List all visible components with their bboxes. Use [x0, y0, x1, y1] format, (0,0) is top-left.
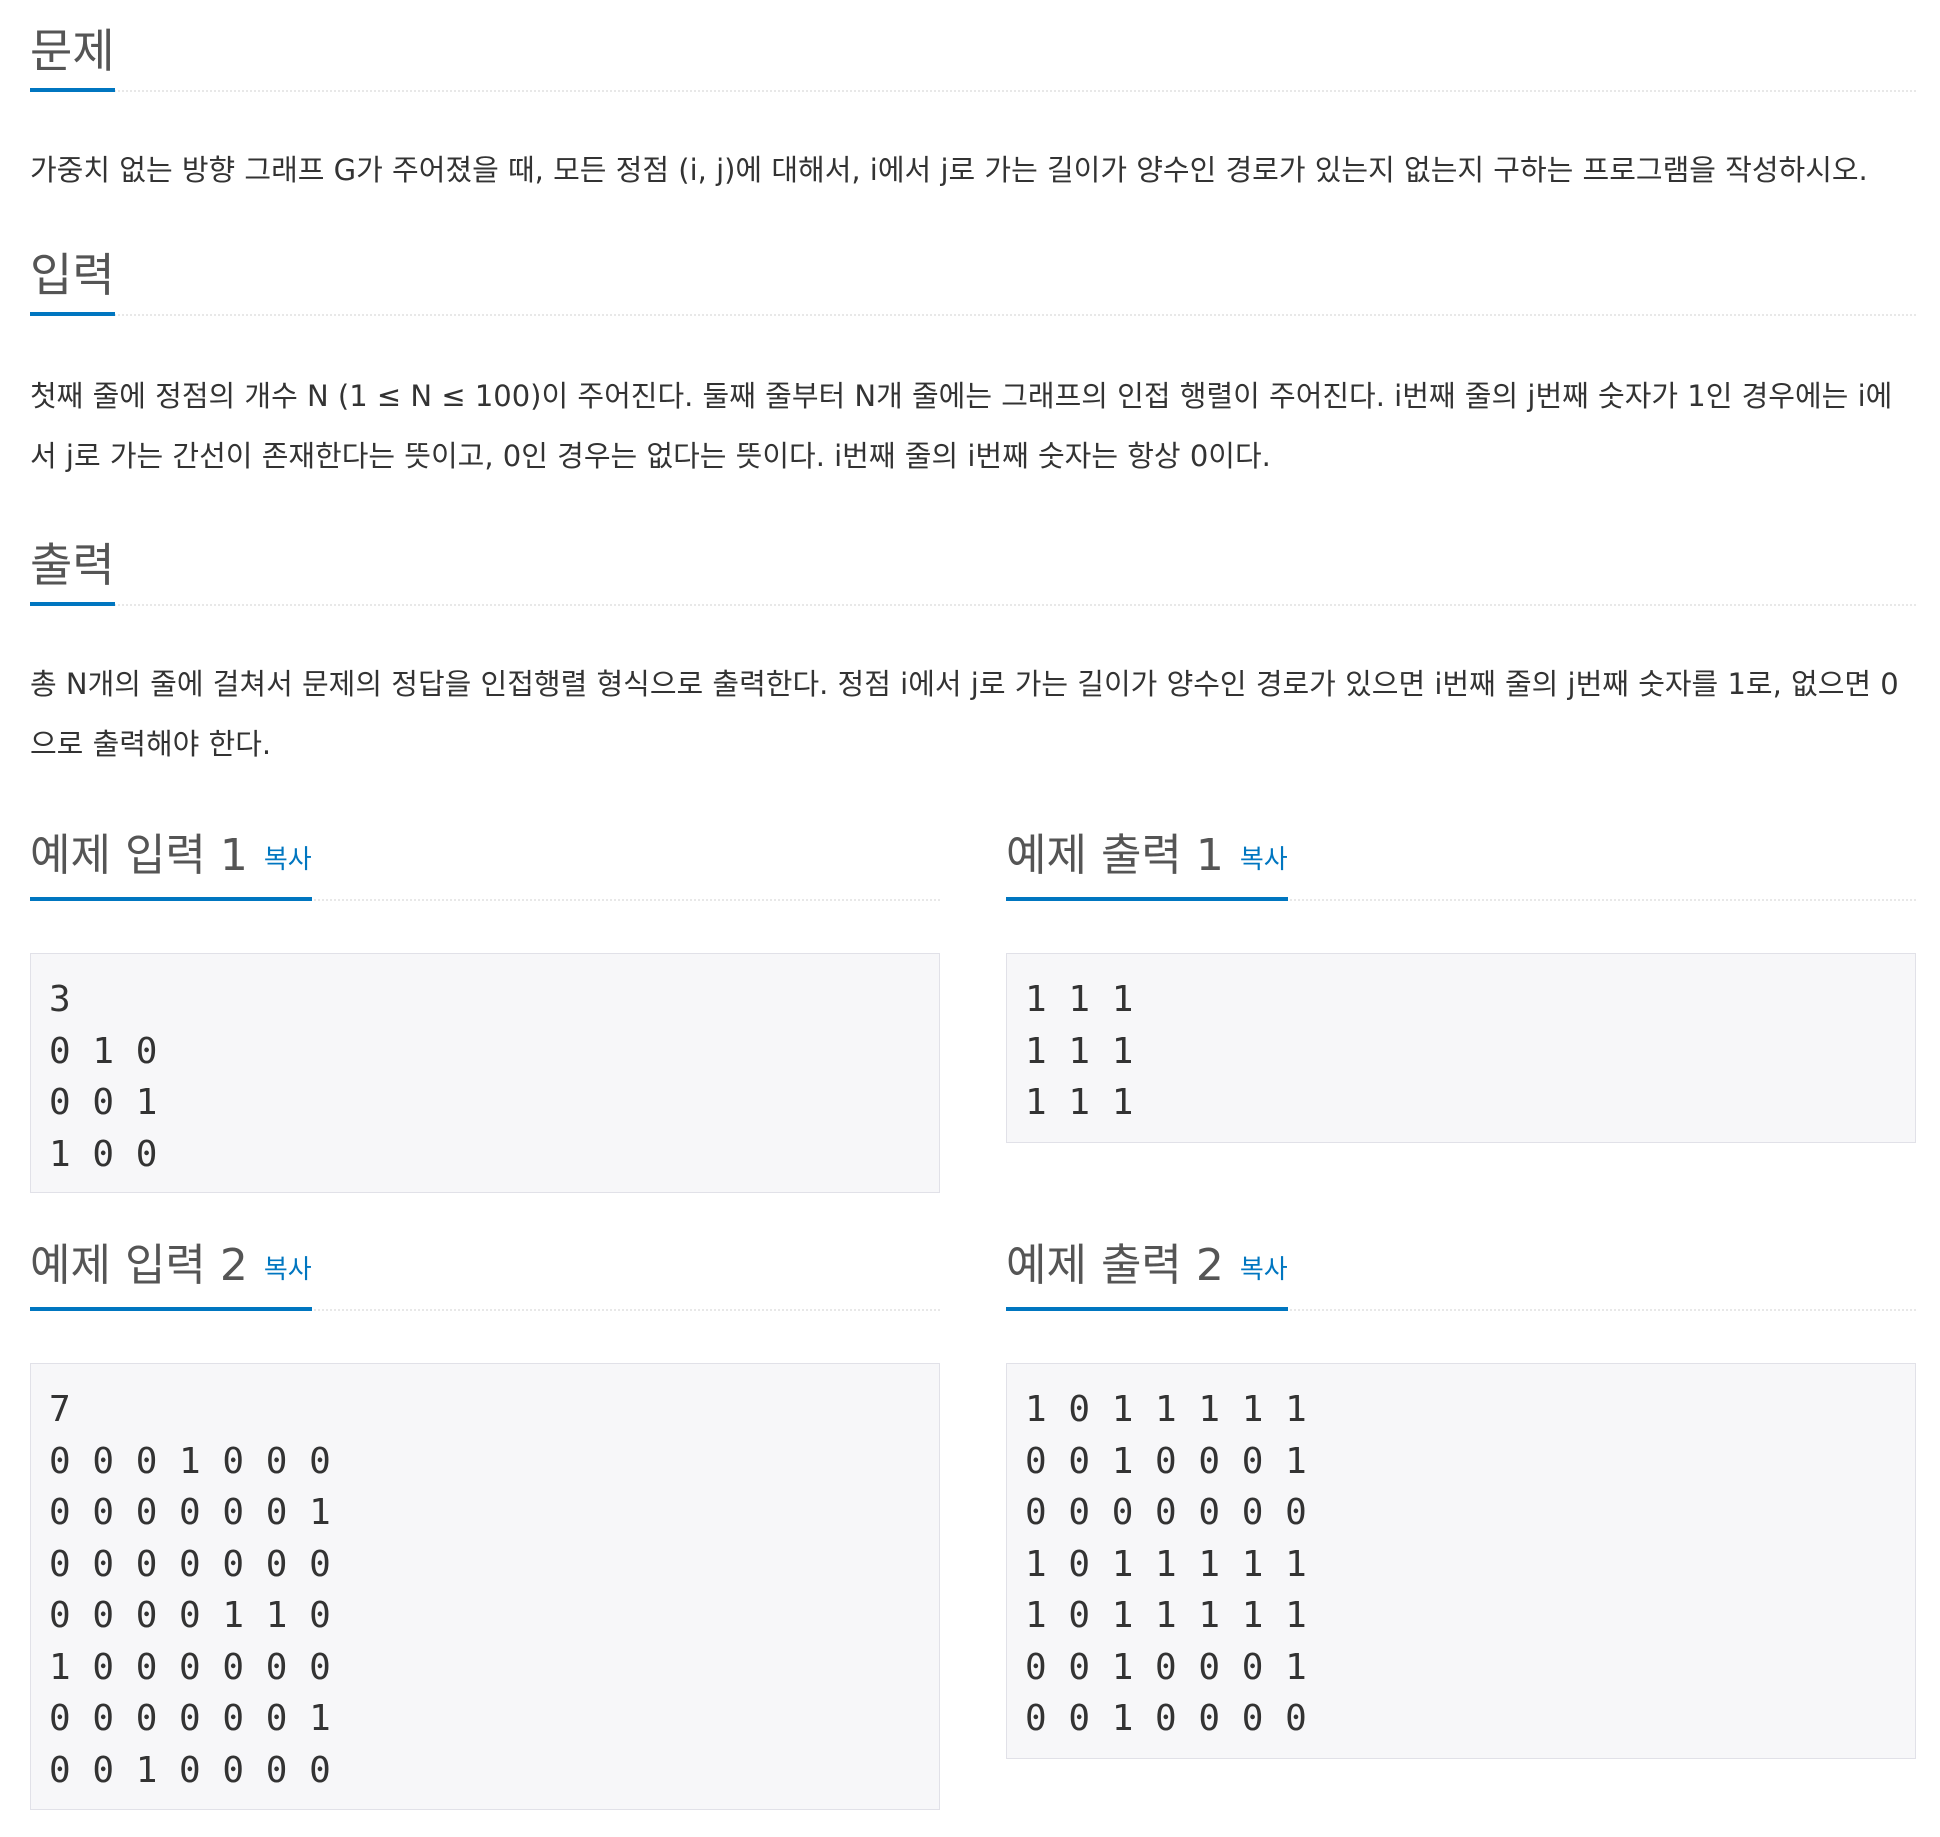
copy-button[interactable]: 복사	[1240, 845, 1288, 875]
output-description: 총 N개의 줄에 걸쳐서 문제의 정답을 인접행렬 형식으로 출력한다. 정점 …	[30, 667, 1899, 761]
problem-title: 문제	[30, 28, 115, 92]
sample-input-1-code: 3 0 1 0 0 0 1 1 0 0	[30, 953, 940, 1193]
sample-input-2-title: 예제 입력 2 복사	[30, 1243, 312, 1311]
copy-button[interactable]: 복사	[264, 845, 312, 875]
sample-output-1-title: 예제 출력 1 복사	[1006, 833, 1288, 901]
problem-header: 문제	[30, 0, 1916, 92]
sample-input-2-code: 7 0 0 0 1 0 0 0 0 0 0 0 0 0 1 0 0 0 0 0 …	[30, 1363, 940, 1810]
sample-input-2-header: 예제 입력 2 복사	[30, 1217, 940, 1311]
sample-input-2: 예제 입력 2 복사 7 0 0 0 1 0 0 0 0 0 0 0 0 0 1 …	[30, 1217, 940, 1810]
sample-input-1-header: 예제 입력 1 복사	[30, 807, 940, 901]
sample-input-1: 예제 입력 1 복사 3 0 1 0 0 0 1 1 0 0	[30, 807, 940, 1193]
problem-page: 문제 가중치 없는 방향 그래프 G가 주어졌을 때, 모든 정점 (i, j)…	[30, 0, 1916, 800]
sample-output-2-header: 예제 출력 2 복사	[1006, 1217, 1916, 1311]
sample-output-2: 예제 출력 2 복사 1 0 1 1 1 1 1 0 0 1 0 0 0 1 0 …	[1006, 1217, 1916, 1759]
sample-output-2-title: 예제 출력 2 복사	[1006, 1243, 1288, 1311]
input-header: 입력	[30, 222, 1916, 316]
copy-button[interactable]: 복사	[264, 1255, 312, 1285]
input-title: 입력	[30, 252, 115, 316]
input-section: 입력 첫째 줄에 정점의 개수 N (1 ≤ N ≤ 100)이 주어진다. 둘…	[30, 222, 1916, 512]
sample-output-1: 예제 출력 1 복사 1 1 1 1 1 1 1 1 1	[1006, 807, 1916, 1143]
output-header: 출력	[30, 512, 1916, 606]
output-section: 출력 총 N개의 줄에 걸쳐서 문제의 정답을 인접행렬 형식으로 출력한다. …	[30, 512, 1916, 800]
sample-output-1-header: 예제 출력 1 복사	[1006, 807, 1916, 901]
problem-description: 가중치 없는 방향 그래프 G가 주어졌을 때, 모든 정점 (i, j)에 대…	[30, 153, 1868, 187]
problem-section: 문제 가중치 없는 방향 그래프 G가 주어졌을 때, 모든 정점 (i, j)…	[30, 0, 1916, 222]
sample-input-1-title: 예제 입력 1 복사	[30, 833, 312, 901]
output-title: 출력	[30, 542, 115, 606]
input-description: 첫째 줄에 정점의 개수 N (1 ≤ N ≤ 100)이 주어진다. 둘째 줄…	[30, 379, 1893, 473]
copy-button[interactable]: 복사	[1240, 1255, 1288, 1285]
sample-output-1-code: 1 1 1 1 1 1 1 1 1	[1006, 953, 1916, 1143]
sample-output-2-code: 1 0 1 1 1 1 1 0 0 1 0 0 0 1 0 0 0 0 0 0 …	[1006, 1363, 1916, 1759]
